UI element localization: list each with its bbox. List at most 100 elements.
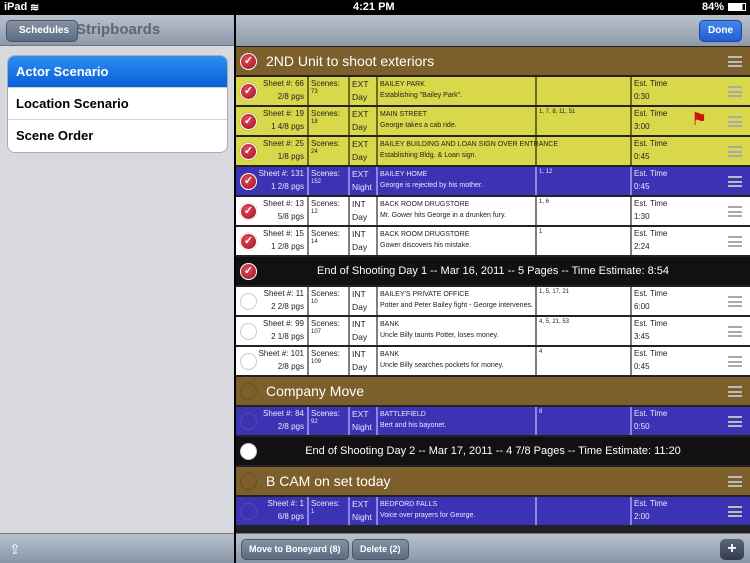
description-cell: BACK ROOM DRUGSTORE Mr. Gower hits George… [376,197,536,225]
scenes-cell: Scenes: 152 [307,167,349,195]
done-button[interactable]: Done [699,20,742,42]
drag-handle-icon[interactable] [728,206,742,217]
strip-row[interactable]: ✓ Sheet #: 25 1/8 pgs Scenes: 24 EXT Day BAILEY… [236,137,750,167]
checked-icon[interactable]: ✓ [240,173,257,190]
sheet-label: Sheet #: [263,229,293,238]
add-button[interactable]: + [720,539,744,560]
unchecked-icon[interactable] [240,383,257,400]
checked-icon[interactable]: ✓ [240,83,257,100]
scene-number: 152 [311,179,322,185]
stripboard-toolbar: Move to Boneyard (8) Delete (2) + [236,533,750,563]
cast-cell: 1 [535,227,630,255]
drag-handle-icon[interactable] [728,386,742,397]
flag-icon[interactable]: ⚑ [691,109,707,130]
day-night: Day [352,212,368,222]
drag-handle-icon[interactable] [728,176,742,187]
scenes-cell: Scenes: 1 [307,497,349,525]
drag-handle-icon[interactable] [728,506,742,517]
unchecked-icon[interactable] [240,353,257,370]
strip-row[interactable]: ✓ Sheet #: 66 2/8 pgs Scenes: 73 EXT Day BAILEY… [236,77,750,107]
end-of-day-strip[interactable]: ✓ End of Shooting Day 1 -- Mar 16, 2011 -… [236,257,750,287]
drag-handle-icon[interactable] [728,146,742,157]
drag-handle-icon[interactable] [728,326,742,337]
cast-cell: 1, 7, 8, 11, 51 [535,107,630,135]
list-item-actor-scenario[interactable]: Actor Scenario [8,56,227,88]
est-time-label: Est. Time [634,289,668,298]
est-time-cell: Est. Time 6:00 [630,287,740,315]
strip-row[interactable]: Sheet #: 11 2 2/8 pgs Scenes: 10 INT Day BAILE… [236,287,750,317]
unchecked-icon[interactable] [240,323,257,340]
drag-handle-icon[interactable] [728,356,742,367]
sheet-cell: Sheet #: 1 6/8 pgs [258,497,308,525]
sheet-number: 13 [295,199,304,208]
drag-handle-icon[interactable] [728,116,742,127]
est-time: 0:50 [634,422,650,431]
strip-row[interactable]: ✓ Sheet #: 13 5/8 pgs Scenes: 12 INT Day BACK R… [236,197,750,227]
checked-icon[interactable]: ✓ [240,143,257,160]
list-item-location-scenario[interactable]: Location Scenario [8,88,227,120]
scene-description: Voice over prayers for George. [380,512,476,519]
cast-cell [535,77,630,105]
end-of-day-strip[interactable]: End of Shooting Day 2 -- Mar 17, 2011 --… [236,437,750,467]
move-to-boneyard-button[interactable]: Move to Boneyard (8) [241,539,349,560]
set-name: BANK [380,351,400,358]
drag-handle-icon[interactable] [728,296,742,307]
sheet-label: Sheet #: [263,409,293,418]
unchecked-icon[interactable] [240,503,257,520]
checked-icon[interactable]: ✓ [240,263,257,280]
strip-row[interactable]: ✓ Sheet #: 131 1 2/8 pgs Scenes: 152 EXT Night… [236,167,750,197]
delete-button[interactable]: Delete (2) [352,539,409,560]
day-night: Night [352,422,372,432]
unchecked-icon[interactable] [240,413,257,430]
cast-cell [535,137,630,165]
scene-number: 24 [311,149,318,155]
strip-row[interactable]: Sheet #: 1 6/8 pgs Scenes: 1 EXT Night BEDFORD… [236,497,750,527]
scene-description: Bert and his bayonet. [380,422,447,429]
description-cell: BAILEY PARK Establishing "Bailey Park". [376,77,536,105]
scenes-cell: Scenes: 12 [307,197,349,225]
clock: 4:21 PM [353,1,395,13]
int-ext: EXT [352,109,369,119]
set-name: BACK ROOM DRUGSTORE [380,231,470,238]
section-header[interactable]: Company Move [236,377,750,407]
list-item-scene-order[interactable]: Scene Order [8,120,227,152]
drag-handle-icon[interactable] [728,476,742,487]
share-icon[interactable]: ⇪ [9,541,21,558]
est-time-cell: Est. Time 0:45 [630,137,740,165]
drag-handle-icon[interactable] [728,86,742,97]
unchecked-icon[interactable] [240,473,257,490]
est-time-label: Est. Time [634,349,668,358]
drag-handle-icon[interactable] [728,236,742,247]
est-time-cell: Est. Time 0:30 [630,77,740,105]
strip-row[interactable]: ✓ Sheet #: 19 1 4/8 pgs Scenes: 18 EXT Day MAIN… [236,107,750,137]
strip-list[interactable]: ✓ 2ND Unit to shoot exteriors ✓ Sheet #: 66… [236,47,750,527]
day-night: Day [352,302,368,312]
int-ext-cell: INT Day [348,317,376,345]
strip-row[interactable]: Sheet #: 99 2 1/8 pgs Scenes: 107 INT Day BANK… [236,317,750,347]
scenes-cell: Scenes: 14 [307,227,349,255]
pages: 2 1/8 pgs [271,332,304,341]
est-time: 0:45 [634,152,650,161]
device-name: iPad [4,1,28,13]
strip-row[interactable]: Sheet #: 84 2/8 pgs Scenes: 92 EXT Night BATTL… [236,407,750,437]
drag-handle-icon[interactable] [728,56,742,67]
checked-icon[interactable]: ✓ [240,233,257,250]
est-time-cell: Est. Time 2:24 [630,227,740,255]
sheet-number: 131 [290,169,304,178]
set-name: MAIN STREET [380,111,428,118]
sheet-number: 11 [295,289,304,298]
strip-row[interactable]: Sheet #: 101 2/8 pgs Scenes: 109 INT Day BANK U… [236,347,750,377]
scene-number: 14 [311,239,318,245]
est-time: 2:24 [634,242,650,251]
checked-icon[interactable]: ✓ [240,113,257,130]
section-header[interactable]: B CAM on set today [236,467,750,497]
back-button[interactable]: Schedules [6,20,79,42]
checked-icon[interactable]: ✓ [240,203,257,220]
drag-handle-icon[interactable] [728,416,742,427]
section-header[interactable]: ✓ 2ND Unit to shoot exteriors [236,47,750,77]
strip-row[interactable]: ✓ Sheet #: 15 1 2/8 pgs Scenes: 14 INT Day BACK… [236,227,750,257]
est-time: 2:00 [634,512,650,521]
unchecked-icon[interactable] [240,293,257,310]
checked-icon[interactable]: ✓ [240,53,257,70]
unchecked-icon[interactable] [240,443,257,460]
